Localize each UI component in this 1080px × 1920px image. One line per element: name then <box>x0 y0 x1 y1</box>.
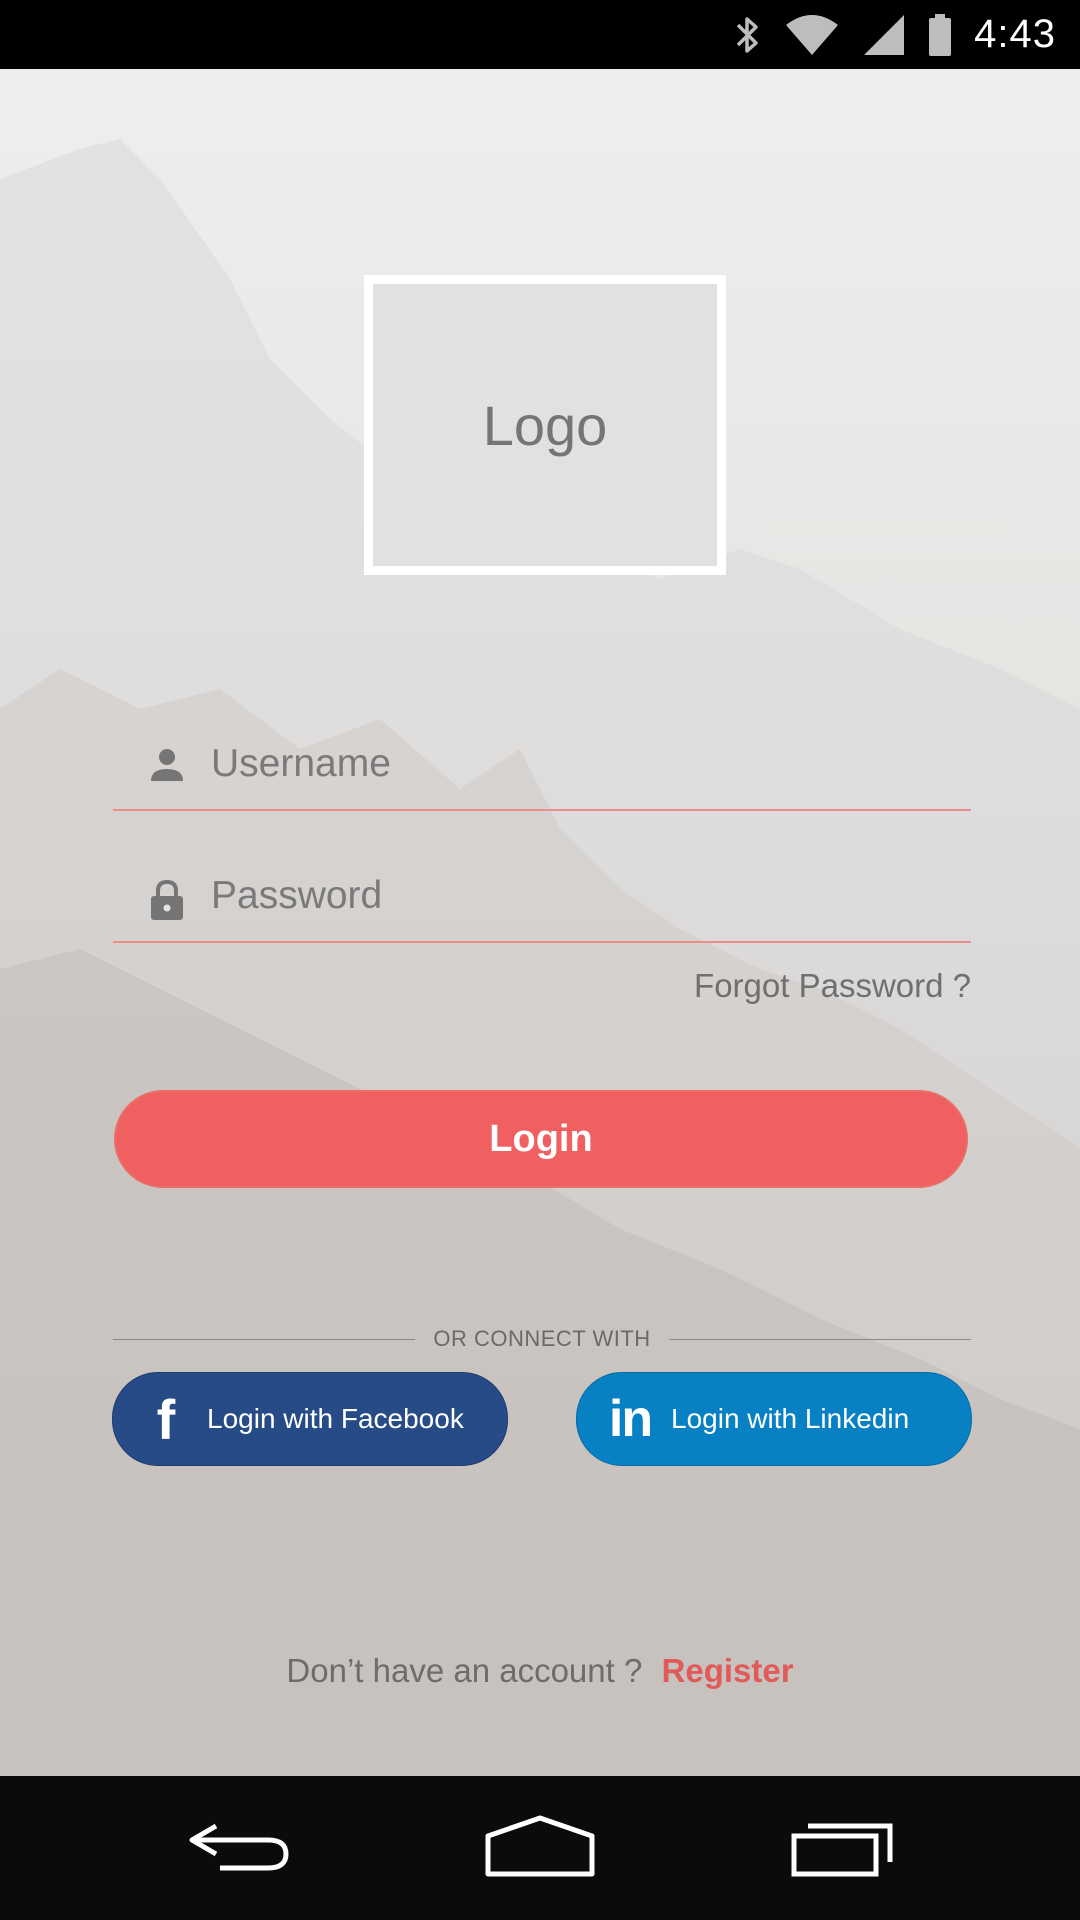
lock-icon <box>151 879 183 920</box>
register-row: Don’t have an account ? Register <box>0 1652 1080 1690</box>
wifi-icon <box>786 14 839 55</box>
register-link[interactable]: Register <box>662 1652 794 1689</box>
bluetooth-icon <box>736 16 758 53</box>
status-time: 4:43 <box>974 12 1056 56</box>
login-button[interactable]: Login <box>114 1090 968 1188</box>
recents-icon[interactable] <box>790 1812 896 1882</box>
username-input[interactable] <box>209 733 953 795</box>
linkedin-login-button[interactable]: in Login with Linkedin <box>576 1372 972 1466</box>
home-icon[interactable] <box>484 1812 596 1882</box>
status-bar: 4:43 <box>0 0 1080 69</box>
facebook-icon: f <box>156 1387 176 1451</box>
logo-placeholder: Logo <box>364 275 726 575</box>
username-field <box>113 713 971 811</box>
divider-text: OR CONNECT WITH <box>433 1326 651 1351</box>
login-screen: Logo Forgot Password ? Login OR CONNECT … <box>0 69 1080 1776</box>
linkedin-icon: in <box>608 1390 653 1448</box>
person-icon <box>151 749 183 781</box>
linkedin-button-label: Login with Linkedin <box>671 1403 910 1434</box>
facebook-login-button[interactable]: f Login with Facebook <box>112 1372 508 1466</box>
divider-line-right <box>668 1338 971 1340</box>
register-prompt: Don’t have an account ? <box>286 1652 643 1689</box>
logo-text: Logo <box>482 393 608 457</box>
facebook-button-label: Login with Facebook <box>207 1403 464 1434</box>
connect-divider: OR CONNECT WITH <box>113 1324 971 1354</box>
forgot-password-link[interactable]: Forgot Password ? <box>694 967 971 1005</box>
cell-signal-icon <box>864 14 905 55</box>
back-icon[interactable] <box>186 1812 296 1882</box>
password-field <box>113 845 971 943</box>
battery-icon <box>929 13 952 56</box>
navigation-bar <box>0 1776 1080 1920</box>
password-input[interactable] <box>209 865 953 927</box>
divider-line-left <box>113 1338 416 1340</box>
